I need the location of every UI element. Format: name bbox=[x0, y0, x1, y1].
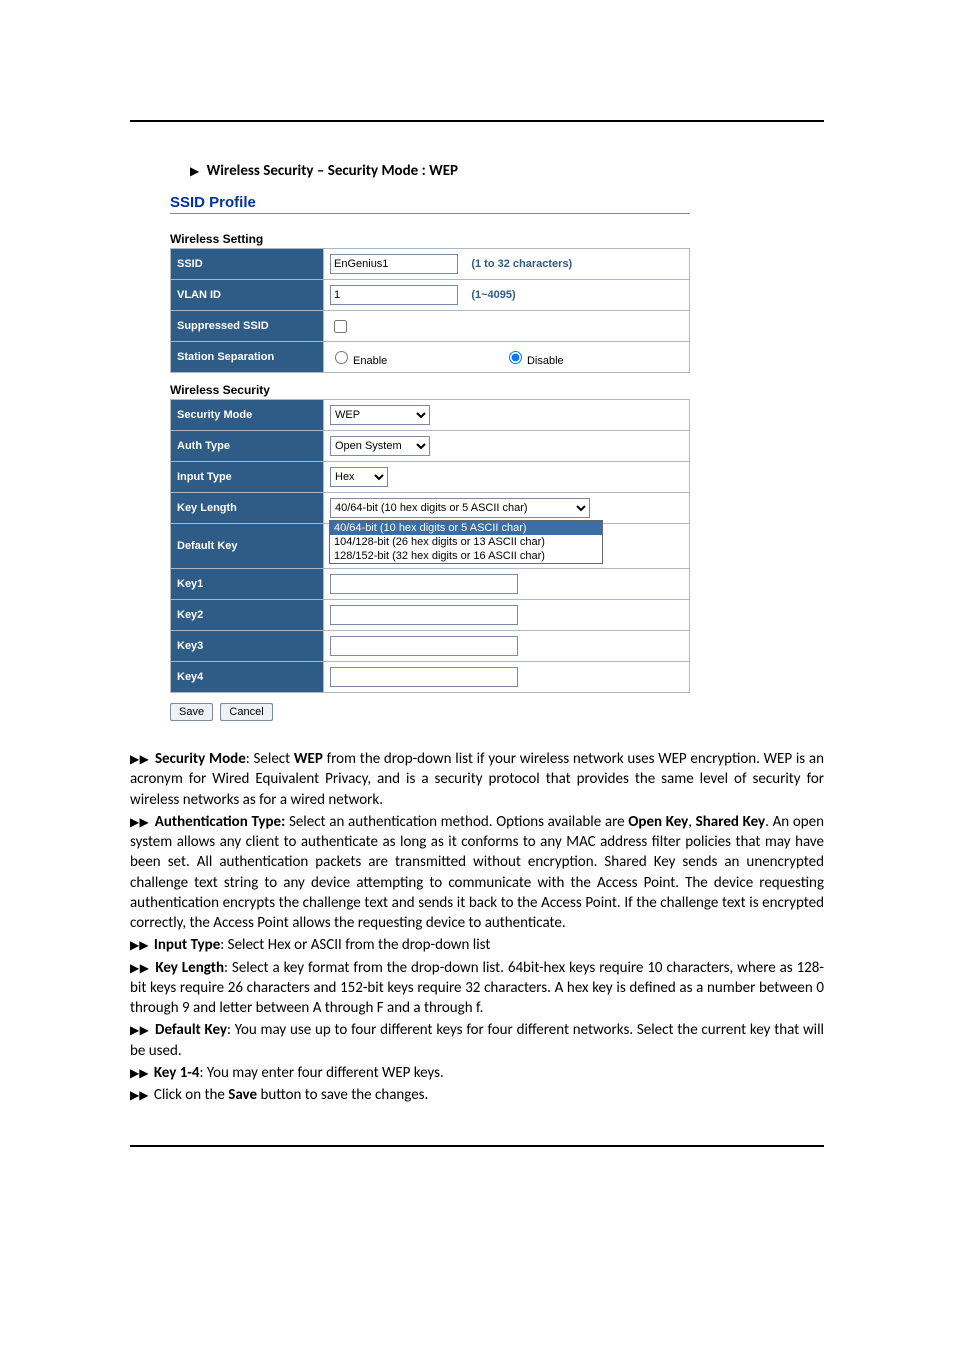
desc-input-type-label: Input Type bbox=[150, 936, 220, 954]
row-key3: Key3 bbox=[171, 631, 690, 662]
key-length-dropdown-list: 40/64-bit (10 hex digits or 5 ASCII char… bbox=[329, 520, 603, 564]
security-mode-select[interactable]: WEP bbox=[330, 405, 430, 425]
vlanid-input[interactable] bbox=[330, 285, 458, 305]
key2-input[interactable] bbox=[330, 605, 518, 625]
row-separation: Station Separation Enable Disable bbox=[171, 342, 690, 373]
row-key2: Key2 bbox=[171, 600, 690, 631]
label-auth-type: Auth Type bbox=[171, 431, 324, 462]
label-input-type: Input Type bbox=[171, 462, 324, 493]
desc-text: : Select Hex or ASCII from the drop-down… bbox=[220, 936, 490, 954]
suppressed-checkbox[interactable] bbox=[334, 320, 347, 333]
label-ssid: SSID bbox=[171, 249, 324, 280]
wireless-security-table: Security Mode WEP Auth Type Open System bbox=[170, 399, 690, 693]
label-default-key: Default Key bbox=[171, 524, 324, 569]
key3-input[interactable] bbox=[330, 636, 518, 656]
description-block: ▶▶ Security Mode: Select WEP from the dr… bbox=[130, 749, 824, 1105]
top-divider bbox=[130, 120, 824, 122]
arrow-double-icon: ▶▶ bbox=[130, 753, 149, 767]
row-vlanid: VLAN ID (1~4095) bbox=[171, 280, 690, 311]
row-key-length: Key Length 40/64-bit (10 hex digits or 5… bbox=[171, 493, 690, 524]
vlanid-note: (1~4095) bbox=[471, 289, 515, 301]
row-suppressed: Suppressed SSID bbox=[171, 311, 690, 342]
label-vlanid: VLAN ID bbox=[171, 280, 324, 311]
desc-text: Click on the bbox=[150, 1086, 228, 1104]
label-key-length: Key Length bbox=[171, 493, 324, 524]
label-key2: Key2 bbox=[171, 600, 324, 631]
desc-default-key-label: Default Key bbox=[151, 1021, 227, 1039]
arrow-double-icon: ▶▶ bbox=[130, 816, 149, 830]
label-suppressed: Suppressed SSID bbox=[171, 311, 324, 342]
desc-save-bold: Save bbox=[228, 1086, 257, 1104]
cancel-button[interactable]: Cancel bbox=[220, 703, 272, 721]
desc-text: : Select bbox=[246, 750, 294, 768]
separation-enable-radio[interactable] bbox=[335, 351, 348, 364]
desc-text: button to save the changes. bbox=[257, 1086, 428, 1104]
auth-type-select[interactable]: Open System bbox=[330, 436, 430, 456]
desc-text: Select an authentication method. Options… bbox=[285, 813, 628, 831]
row-input-type: Input Type Hex bbox=[171, 462, 690, 493]
desc-text: : You may use up to four different keys … bbox=[130, 1021, 824, 1059]
label-key3: Key3 bbox=[171, 631, 324, 662]
desc-security-mode-label: Security Mode bbox=[151, 750, 246, 768]
arrow-double-icon: ▶▶ bbox=[130, 962, 150, 976]
section-heading: ▶ Wireless Security – Security Mode : WE… bbox=[130, 162, 824, 180]
desc-auth-type-label: Authentication Type: bbox=[151, 813, 285, 831]
section-heading-text: Wireless Security – Security Mode : WEP bbox=[207, 162, 458, 180]
ssid-input[interactable] bbox=[330, 254, 458, 274]
row-security-mode: Security Mode WEP bbox=[171, 400, 690, 431]
separation-disable-radio[interactable] bbox=[509, 351, 522, 364]
ssid-note: (1 to 32 characters) bbox=[471, 258, 572, 270]
desc-text: , bbox=[688, 813, 695, 831]
key-length-option-1[interactable]: 104/128-bit (26 hex digits or 13 ASCII c… bbox=[330, 535, 602, 549]
wireless-setting-header: Wireless Setting bbox=[170, 232, 690, 246]
desc-text: : Select a key format from the drop-down… bbox=[130, 959, 824, 1018]
row-ssid: SSID (1 to 32 characters) bbox=[171, 249, 690, 280]
separation-enable-label: Enable bbox=[353, 355, 387, 367]
separation-disable-label: Disable bbox=[527, 355, 564, 367]
save-button[interactable]: Save bbox=[170, 703, 213, 721]
label-security-mode: Security Mode bbox=[171, 400, 324, 431]
row-key1: Key1 bbox=[171, 569, 690, 600]
key4-input[interactable] bbox=[330, 667, 518, 687]
panel-title: SSID Profile bbox=[170, 194, 690, 214]
arrow-right-icon: ▶ bbox=[190, 164, 199, 179]
desc-key-length-label: Key Length bbox=[152, 959, 224, 977]
ssid-profile-panel: SSID Profile Wireless Setting SSID (1 to… bbox=[170, 194, 690, 721]
arrow-double-icon: ▶▶ bbox=[130, 1089, 148, 1103]
input-type-select[interactable]: Hex bbox=[330, 467, 388, 487]
bottom-divider bbox=[130, 1145, 824, 1147]
key-length-option-2[interactable]: 128/152-bit (32 hex digits or 16 ASCII c… bbox=[330, 549, 602, 563]
desc-sharedkey-bold: Shared Key bbox=[696, 813, 765, 831]
label-key4: Key4 bbox=[171, 662, 324, 693]
desc-openkey-bold: Open Key bbox=[628, 813, 688, 831]
desc-key14-label: Key 1-4 bbox=[150, 1064, 199, 1082]
label-separation: Station Separation bbox=[171, 342, 324, 373]
arrow-double-icon: ▶▶ bbox=[130, 1024, 149, 1038]
label-key1: Key1 bbox=[171, 569, 324, 600]
desc-text: : You may enter four different WEP keys. bbox=[200, 1064, 444, 1082]
wireless-security-header: Wireless Security bbox=[170, 383, 690, 397]
row-auth-type: Auth Type Open System bbox=[171, 431, 690, 462]
key-length-select[interactable]: 40/64-bit (10 hex digits or 5 ASCII char… bbox=[330, 498, 590, 518]
key1-input[interactable] bbox=[330, 574, 518, 594]
row-key4: Key4 bbox=[171, 662, 690, 693]
desc-wep-bold: WEP bbox=[294, 750, 323, 768]
arrow-double-icon: ▶▶ bbox=[130, 939, 148, 953]
wireless-setting-table: SSID (1 to 32 characters) VLAN ID (1~409… bbox=[170, 248, 690, 373]
arrow-double-icon: ▶▶ bbox=[130, 1067, 148, 1081]
key-length-option-0[interactable]: 40/64-bit (10 hex digits or 5 ASCII char… bbox=[330, 521, 602, 535]
